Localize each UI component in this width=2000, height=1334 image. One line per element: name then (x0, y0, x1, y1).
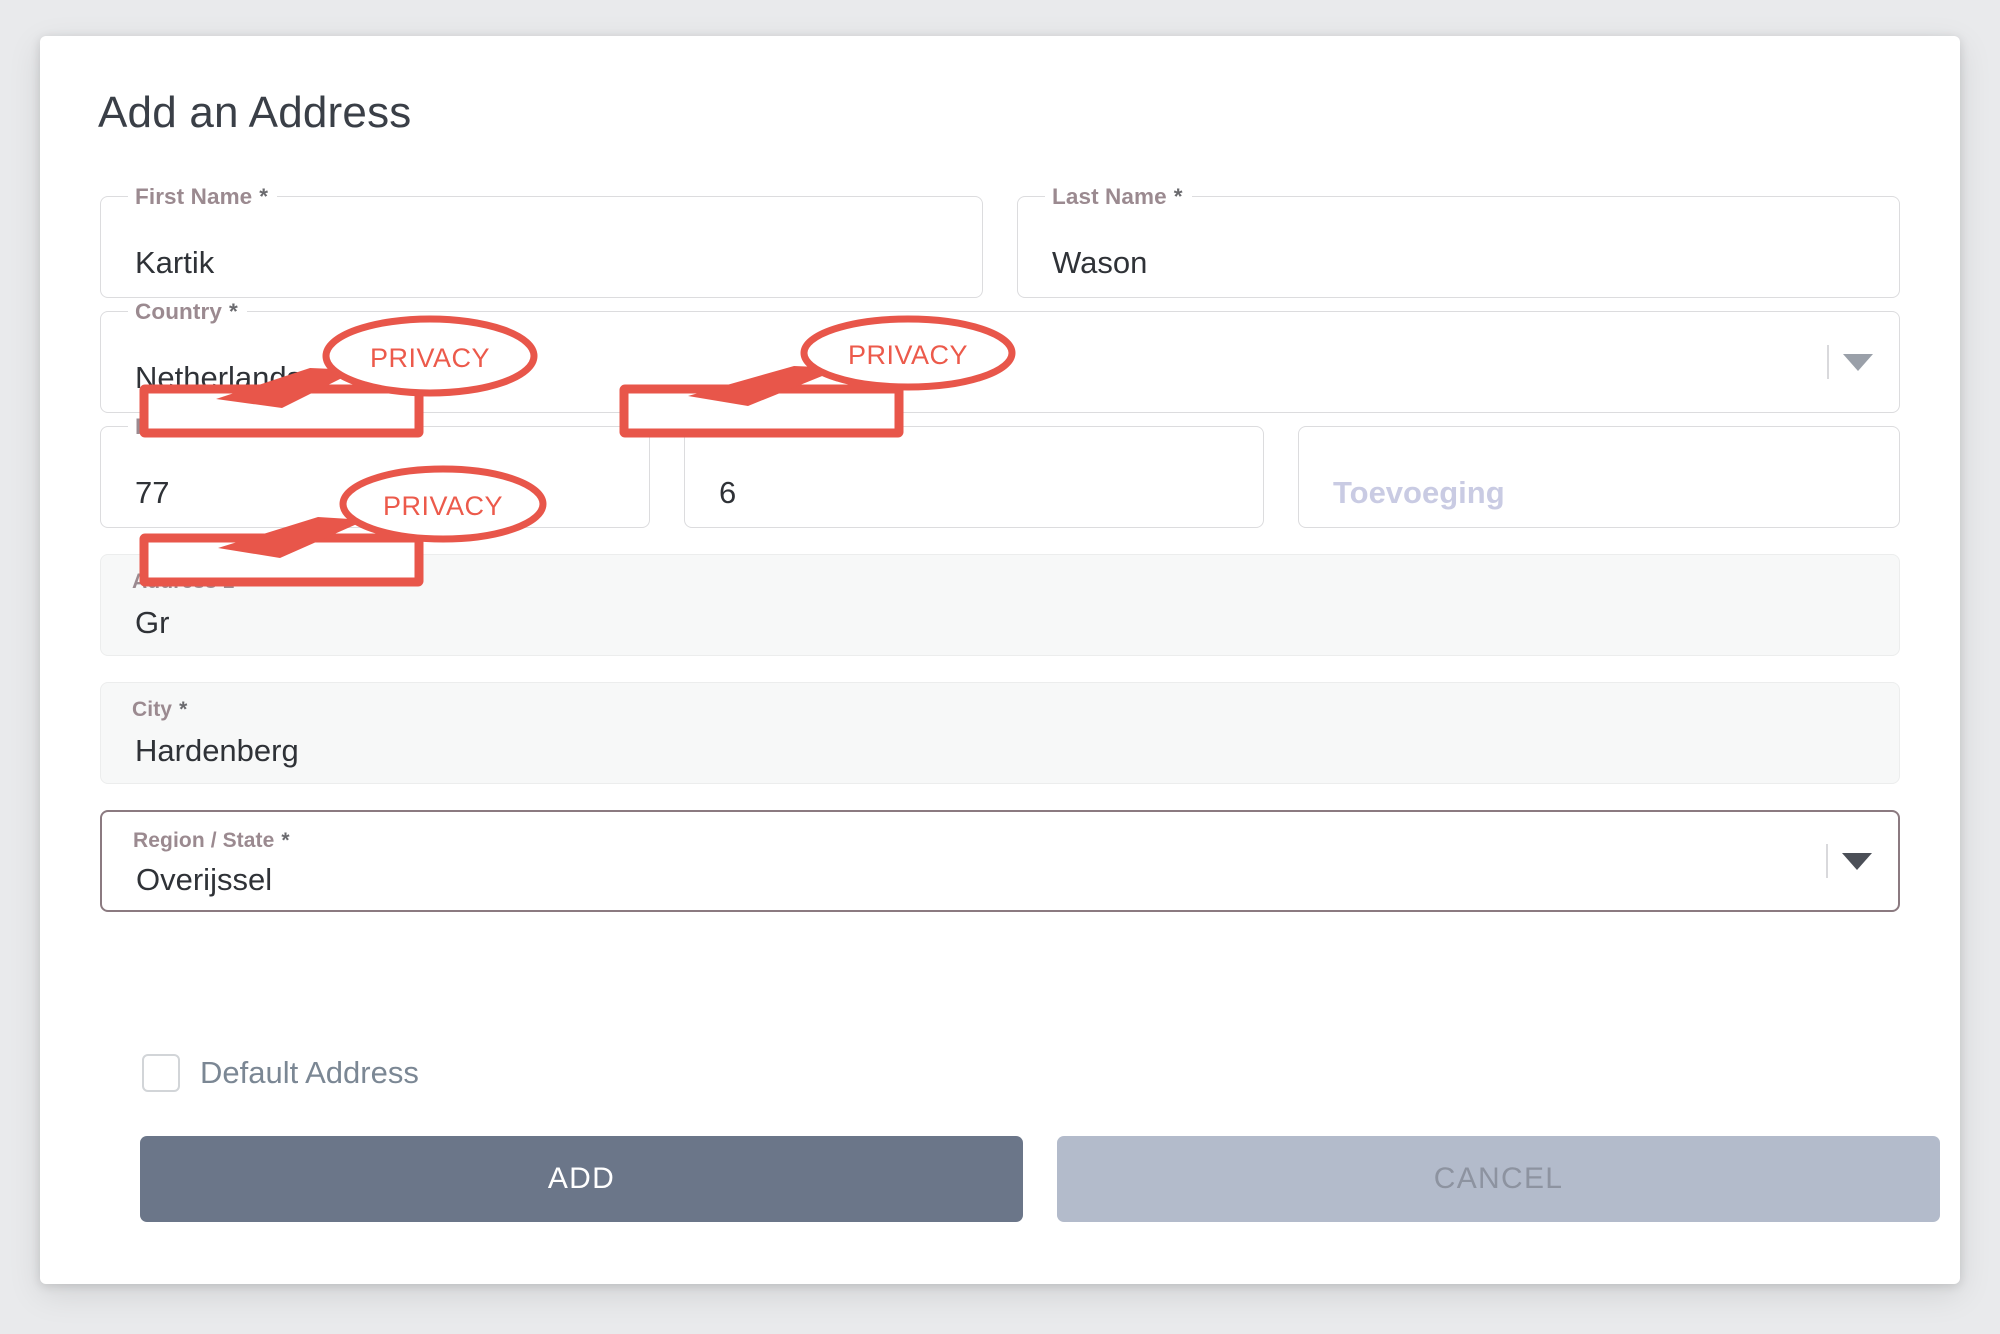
form-row-region: Region / State * Overijssel (100, 810, 1900, 912)
divider (1826, 844, 1828, 878)
address1-label: Address 1 * (132, 570, 250, 593)
toevoeging-field[interactable]: Toevoeging (1298, 426, 1900, 528)
first-name-value: Kartik (135, 245, 215, 280)
post-code-field[interactable]: Post Code * 77 (100, 414, 650, 528)
country-dropdown-control[interactable] (1827, 345, 1873, 379)
address-form: First Name * Kartik Last Name * Wason Coun… (100, 184, 1900, 925)
default-address-row[interactable]: Default Address (142, 1054, 419, 1092)
post-code-value: 77 (135, 475, 170, 510)
country-label: Country * (128, 299, 247, 325)
toevoeging-placeholder: Toevoeging (1333, 475, 1505, 510)
form-row-postcode: Post Code * 77 Huisnummer * 6 Toevoeging (100, 414, 1900, 528)
first-name-field[interactable]: First Name * Kartik (100, 184, 983, 298)
region-state-value: Overijssel (136, 862, 273, 897)
form-row-names: First Name * Kartik Last Name * Wason (100, 184, 1900, 298)
region-state-label: Region / State * (133, 829, 290, 852)
divider (1827, 345, 1829, 379)
required-marker: * (228, 299, 238, 324)
required-marker: * (281, 829, 290, 852)
form-row-country: Country * Netherlands (100, 299, 1900, 413)
first-name-label: First Name * (128, 184, 278, 210)
required-marker: * (1173, 184, 1183, 209)
huisnummer-field[interactable]: Huisnummer * 6 (684, 414, 1264, 528)
region-state-select[interactable]: Region / State * Overijssel (100, 810, 1900, 912)
cancel-button[interactable]: CANCEL (1057, 1136, 1940, 1222)
country-select[interactable]: Country * Netherlands (100, 299, 1900, 413)
huisnummer-value: 6 (719, 475, 737, 510)
region-dropdown-control[interactable] (1826, 844, 1872, 878)
add-address-dialog: Add an Address First Name * Kartik Last N… (40, 36, 1960, 1284)
chevron-down-icon[interactable] (1842, 852, 1872, 870)
last-name-label: Last Name * (1045, 184, 1192, 210)
huisnummer-label: Huisnummer * (712, 414, 883, 440)
screen: Add an Address First Name * Kartik Last N… (0, 0, 2000, 1334)
form-row-address1: Address 1 * Gr (100, 554, 1900, 656)
required-marker: * (254, 414, 264, 439)
required-marker: * (864, 414, 874, 439)
default-address-checkbox[interactable] (142, 1054, 180, 1092)
required-marker: * (241, 570, 250, 593)
address1-value: Gr (135, 605, 170, 640)
city-field[interactable]: City * Hardenberg (100, 682, 1900, 784)
address1-field[interactable]: Address 1 * Gr (100, 554, 1900, 656)
required-marker: * (259, 184, 269, 209)
city-label: City * (132, 698, 188, 721)
chevron-down-icon[interactable] (1843, 353, 1873, 371)
dialog-actions: ADD CANCEL (140, 1136, 1940, 1222)
page-title: Add an Address (98, 88, 412, 137)
form-row-city: City * Hardenberg (100, 682, 1900, 784)
last-name-field[interactable]: Last Name * Wason (1017, 184, 1900, 298)
post-code-label: Post Code * (128, 414, 273, 440)
country-value: Netherlands (135, 360, 303, 395)
default-address-label: Default Address (200, 1055, 419, 1090)
city-value: Hardenberg (135, 733, 299, 768)
last-name-value: Wason (1052, 245, 1148, 280)
add-button[interactable]: ADD (140, 1136, 1023, 1222)
required-marker: * (179, 698, 188, 721)
